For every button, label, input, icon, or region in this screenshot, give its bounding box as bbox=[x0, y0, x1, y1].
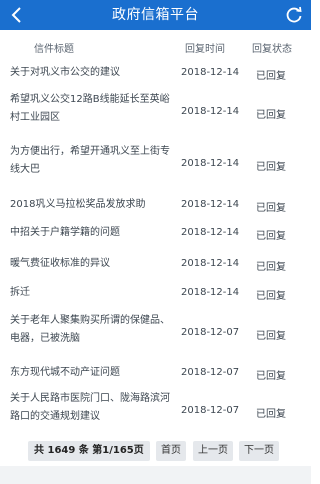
reply-date: 2018-12-14 bbox=[181, 227, 240, 238]
list-item[interactable]: 2018巩义马拉松奖品发放求助 2018-12-14 已回复 bbox=[0, 196, 311, 218]
reply-status: 已回复 bbox=[256, 203, 286, 214]
list-item[interactable]: 为方便出行，希望开通巩义至上街专线大巴 2018-12-14 已回复 bbox=[0, 143, 311, 189]
list-item[interactable]: 希望巩义公交12路B线能延长至英峪村工业园区 2018-12-14 已回复 bbox=[0, 91, 311, 137]
page-title: 政府信箱平台 bbox=[112, 7, 199, 23]
list-item[interactable]: 关于人民路市医院门口、陇海路滨河路口的交通规划建议 2018-12-07 已回复 bbox=[0, 390, 311, 436]
list-item[interactable]: 关于对巩义市公交的建议 2018-12-14 已回复 bbox=[0, 64, 311, 86]
reply-date: 2018-12-14 bbox=[181, 67, 240, 78]
pagination: 共 1649 条 第1/165页 首页 上一页 下一页 bbox=[0, 441, 311, 463]
list-item[interactable]: 拆迁 2018-12-14 已回复 bbox=[0, 284, 311, 306]
reply-date: 2018-12-14 bbox=[181, 287, 240, 298]
letter-title: 关于老年人聚集购买所谓的保健品、电器，已被洗脑 bbox=[10, 315, 170, 344]
reply-date: 2018-12-07 bbox=[181, 405, 240, 416]
reply-date: 2018-12-14 bbox=[181, 106, 240, 117]
list-item[interactable]: 中招关于户籍学籍的问题 2018-12-14 已回复 bbox=[0, 224, 311, 246]
reply-date: 2018-12-07 bbox=[181, 367, 240, 378]
letter-title: 暖气费征收标准的异议 bbox=[10, 258, 110, 269]
refresh-button[interactable] bbox=[283, 4, 305, 26]
previous-page-button[interactable]: 上一页 bbox=[193, 441, 233, 461]
reply-status: 已回复 bbox=[256, 71, 286, 82]
letter-title: 东方现代城不动产证问题 bbox=[10, 367, 120, 378]
reply-status: 已回复 bbox=[256, 231, 286, 242]
column-header-title: 信件标题 bbox=[34, 44, 74, 55]
column-headers: 信件标题 回复时间 回复状态 bbox=[0, 36, 311, 58]
reply-status: 已回复 bbox=[256, 291, 286, 302]
reply-date: 2018-12-14 bbox=[181, 158, 240, 169]
reply-date: 2018-12-07 bbox=[181, 327, 240, 338]
letter-title: 关于人民路市医院门口、陇海路滨河路口的交通规划建议 bbox=[10, 393, 170, 422]
reply-status: 已回复 bbox=[256, 110, 286, 121]
app-header: 政府信箱平台 bbox=[0, 0, 311, 30]
reply-status: 已回复 bbox=[256, 371, 286, 382]
reply-status: 已回复 bbox=[256, 331, 286, 342]
first-page-button[interactable]: 首页 bbox=[156, 441, 186, 461]
column-header-time: 回复时间 bbox=[185, 44, 225, 55]
letter-title: 为方便出行，希望开通巩义至上街专线大巴 bbox=[10, 146, 170, 175]
reply-date: 2018-12-14 bbox=[181, 258, 240, 269]
list-item[interactable]: 暖气费征收标准的异议 2018-12-14 已回复 bbox=[0, 255, 311, 277]
letter-title: 2018巩义马拉松奖品发放求助 bbox=[10, 199, 146, 210]
refresh-icon bbox=[286, 6, 302, 23]
reply-status: 已回复 bbox=[256, 409, 286, 420]
letter-title: 拆迁 bbox=[10, 287, 30, 298]
pagination-info: 共 1649 条 第1/165页 bbox=[28, 441, 150, 461]
column-header-status: 回复状态 bbox=[252, 44, 292, 55]
bottom-spacer bbox=[0, 466, 311, 484]
next-page-button[interactable]: 下一页 bbox=[239, 441, 279, 461]
letter-title: 希望巩义公交12路B线能延长至英峪村工业园区 bbox=[10, 94, 170, 123]
reply-date: 2018-12-14 bbox=[181, 199, 240, 210]
reply-status: 已回复 bbox=[256, 262, 286, 273]
list-item[interactable]: 关于老年人聚集购买所谓的保健品、电器，已被洗脑 2018-12-07 已回复 bbox=[0, 312, 311, 358]
list-item[interactable]: 东方现代城不动产证问题 2018-12-07 已回复 bbox=[0, 364, 311, 386]
letter-title: 中招关于户籍学籍的问题 bbox=[10, 227, 120, 238]
reply-status: 已回复 bbox=[256, 162, 286, 173]
letter-title: 关于对巩义市公交的建议 bbox=[10, 67, 120, 78]
